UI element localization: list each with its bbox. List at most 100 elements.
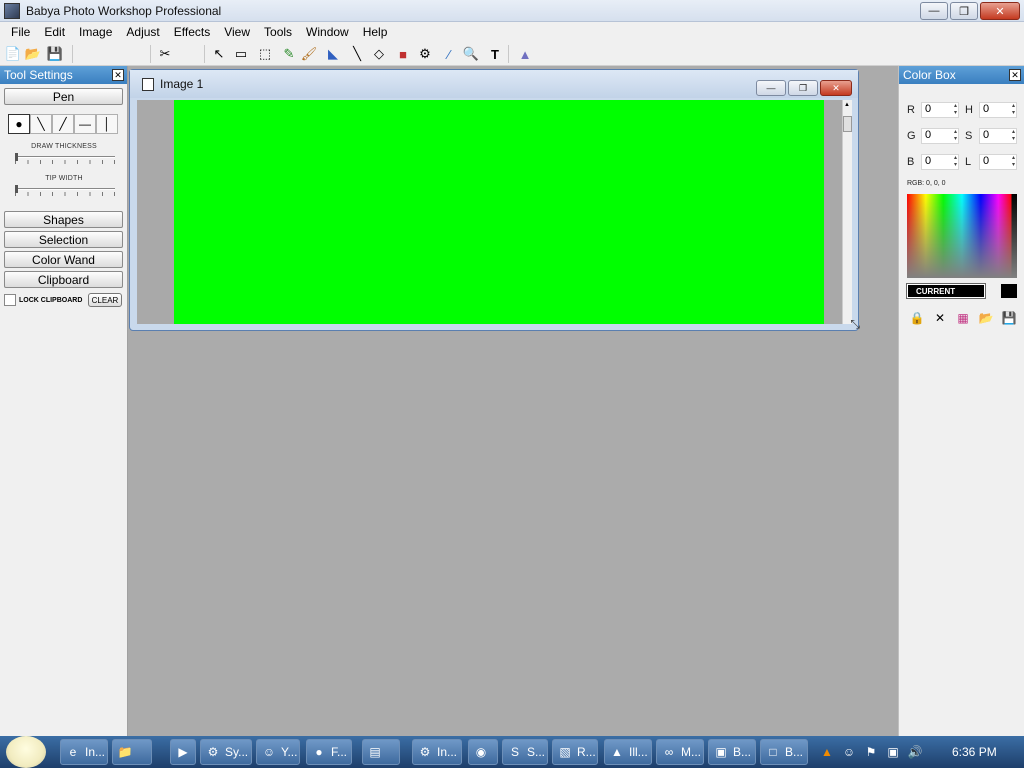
lasso-icon[interactable]: ⬚ [256, 45, 274, 63]
color-spectrum[interactable] [907, 194, 1017, 278]
taskbar-item[interactable]: ▤ [362, 739, 400, 765]
menu-image[interactable]: Image [72, 25, 119, 39]
taskbar-item[interactable]: ▶ [170, 739, 196, 765]
clipboard-section-button[interactable]: Clipboard [4, 271, 123, 288]
eyedropper-icon[interactable]: ∕ [440, 45, 458, 63]
fill-bucket-icon[interactable]: ◣ [324, 45, 342, 63]
taskbar-item[interactable]: ⚙ In... [412, 739, 462, 765]
pointer-icon[interactable]: ↖ [210, 45, 228, 63]
close-icon[interactable]: ✕ [112, 69, 124, 81]
menu-help[interactable]: Help [356, 25, 395, 39]
taskbar-item[interactable]: S S... [502, 739, 548, 765]
taskbar-item[interactable]: ☺ Y... [256, 739, 300, 765]
saturation-input[interactable]: 0 ▴ ▾ [979, 128, 1017, 144]
taskbar-item[interactable]: ⚙ Sy... [200, 739, 252, 765]
resize-grip-icon[interactable]: ⤡ [850, 317, 860, 332]
menu-effects[interactable]: Effects [167, 25, 217, 39]
vertical-tip-icon[interactable]: │ [96, 114, 118, 134]
menu-window[interactable]: Window [299, 25, 356, 39]
eraser-icon[interactable]: ◇ [370, 45, 388, 63]
backslash-tip-icon[interactable]: ╲ [30, 114, 52, 134]
green-input[interactable]: 0 ▴ ▾ [921, 128, 959, 144]
taskbar-item[interactable]: ◉ [468, 739, 498, 765]
line-icon[interactable]: ╲ [348, 45, 366, 63]
horizontal-tip-icon[interactable]: — [74, 114, 96, 134]
menu-file[interactable]: File [4, 25, 37, 39]
open-folder-icon[interactable]: 📂 [978, 310, 994, 326]
close-button[interactable]: ✕ [980, 2, 1020, 20]
scroll-up-icon[interactable]: ▲ [844, 102, 850, 108]
network-icon[interactable]: ▣ [884, 743, 902, 761]
shapes-icon[interactable]: ■ [394, 45, 412, 63]
image-close-button[interactable]: ✕ [820, 80, 852, 96]
taskbar-item[interactable]: ● F... [306, 739, 352, 765]
draw-thickness-slider[interactable] [15, 153, 115, 164]
lock-clipboard-checkbox[interactable] [4, 294, 16, 306]
pen-icon[interactable]: ✎ [280, 45, 298, 63]
start-button[interactable] [6, 736, 46, 768]
lightness-input[interactable]: 0 ▴ ▾ [979, 154, 1017, 170]
open-folder-icon[interactable]: 📂 [24, 45, 42, 63]
taskbar-item[interactable]: ∞ M... [656, 739, 704, 765]
menu-adjust[interactable]: Adjust [119, 25, 166, 39]
cut-icon[interactable]: ✂ [156, 45, 174, 63]
shapes-section-button[interactable]: Shapes [4, 211, 123, 228]
image-restore-button[interactable]: ❐ [788, 80, 818, 96]
stamp-icon[interactable]: ▲ [516, 45, 534, 63]
spinner-icon[interactable]: ▴ ▾ [954, 129, 957, 143]
clear-button[interactable]: CLEAR [88, 293, 122, 307]
menu-edit[interactable]: Edit [37, 25, 72, 39]
minimize-button[interactable]: — [920, 2, 948, 20]
restore-button[interactable]: ❐ [950, 2, 978, 20]
taskbar-item[interactable]: □ B... [760, 739, 808, 765]
spinner-icon[interactable]: ▴ ▾ [1012, 155, 1015, 169]
taskbar-item[interactable]: ▲ Ill... [604, 739, 652, 765]
slash-tip-icon[interactable]: ╱ [52, 114, 74, 134]
tip-width-slider[interactable] [15, 185, 115, 196]
delete-icon[interactable]: ✕ [932, 310, 948, 326]
save-icon[interactable]: 💾 [46, 45, 64, 63]
hue-input[interactable]: 0 ▴ ▾ [979, 102, 1017, 118]
action-center-flag-icon[interactable]: ⚑ [862, 743, 880, 761]
slider-thumb[interactable] [15, 185, 18, 193]
pen-section-button[interactable]: Pen [4, 88, 123, 105]
new-file-icon[interactable]: 📄 [4, 45, 22, 63]
save-icon[interactable]: 💾 [1001, 310, 1017, 326]
brush-icon[interactable]: 🖌 [300, 45, 318, 63]
taskbar-item[interactable]: ▧ R... [552, 739, 598, 765]
menu-tools[interactable]: Tools [257, 25, 299, 39]
round-tip-icon[interactable]: ● [8, 114, 30, 134]
clone-stamp-icon[interactable]: ⚙ [416, 45, 434, 63]
title-bar: Babya Photo Workshop Professional — ❐ ✕ [0, 0, 1024, 22]
image-canvas[interactable] [174, 100, 824, 324]
taskbar-item[interactable]: 📁 [112, 739, 152, 765]
toolbar-separator [150, 45, 151, 63]
vlc-tray-icon[interactable]: ▲ [818, 743, 836, 761]
taskbar-item[interactable]: ▣ B... [708, 739, 756, 765]
blue-input[interactable]: 0 ▴ ▾ [921, 154, 959, 170]
spinner-icon[interactable]: ▴ ▾ [954, 155, 957, 169]
slider-thumb[interactable] [15, 153, 18, 161]
rectangle-select-icon[interactable]: ▭ [232, 45, 250, 63]
vertical-scrollbar[interactable]: ▲ [842, 100, 852, 324]
image-window-title-bar[interactable]: Image 1 — ❐ ✕ [130, 70, 858, 98]
selection-section-button[interactable]: Selection [4, 231, 123, 248]
close-icon[interactable]: ✕ [1009, 69, 1021, 81]
spinner-icon[interactable]: ▴ ▾ [954, 103, 957, 117]
draw-thickness-label: DRAW THICKNESS [31, 143, 97, 150]
red-input[interactable]: 0 ▴ ▾ [921, 102, 959, 118]
menu-view[interactable]: View [217, 25, 257, 39]
taskbar-item[interactable]: e In... [60, 739, 108, 765]
volume-icon[interactable]: 🔊 [906, 743, 924, 761]
spinner-icon[interactable]: ▴ ▾ [1012, 129, 1015, 143]
color-wand-section-button[interactable]: Color Wand [4, 251, 123, 268]
image-minimize-button[interactable]: — [756, 80, 786, 96]
palette-icon[interactable]: ▦ [955, 310, 971, 326]
text-tool-icon[interactable]: T [486, 45, 504, 63]
messenger-tray-icon[interactable]: ☺ [840, 743, 858, 761]
lock-icon[interactable]: 🔒 [909, 310, 925, 326]
scrollbar-thumb[interactable] [843, 116, 852, 132]
zoom-icon[interactable]: 🔍 [462, 45, 480, 63]
clock[interactable]: 6:36 PM [952, 745, 997, 759]
spinner-icon[interactable]: ▴ ▾ [1012, 103, 1015, 117]
